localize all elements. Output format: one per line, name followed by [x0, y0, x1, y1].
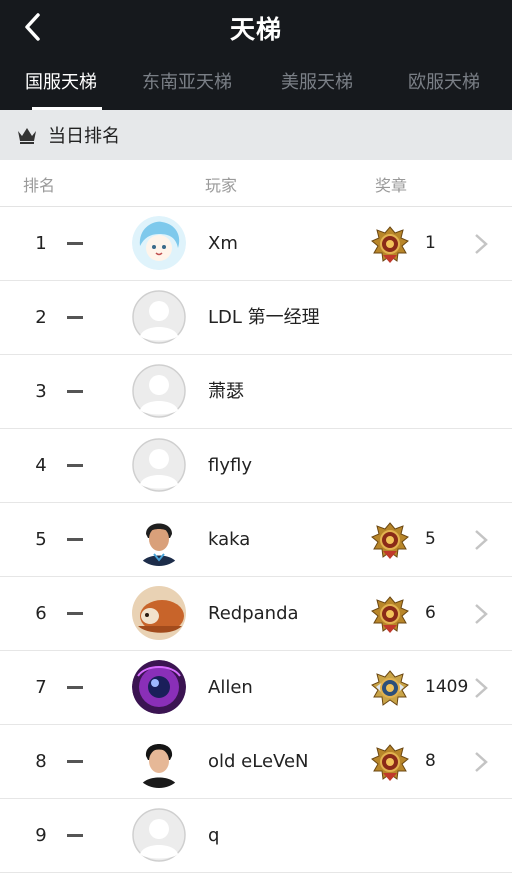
list-item[interactable]: 9 q	[0, 799, 512, 873]
immortal-medal-icon	[371, 744, 409, 782]
crown-icon	[18, 128, 36, 144]
list-item[interactable]: 7 Allen 1409	[0, 651, 512, 725]
rank-change-indicator	[67, 242, 83, 245]
rank-number: 8	[35, 751, 47, 772]
player-name: Allen	[208, 677, 253, 698]
immortal-medal-icon	[371, 522, 409, 560]
player-name: flyfly	[208, 455, 252, 476]
section-title: 当日排名	[48, 126, 120, 147]
chevron-right-icon[interactable]	[474, 529, 488, 551]
active-tab-indicator	[32, 107, 102, 110]
player-name: 萧瑟	[208, 381, 244, 402]
player-name: LDL 第一经理	[208, 307, 320, 328]
tab-cn-ladder[interactable]: 国服天梯	[25, 68, 97, 94]
rank-number: 9	[35, 825, 47, 846]
chevron-right-icon[interactable]	[474, 677, 488, 699]
immortal-medal-icon	[371, 226, 409, 264]
avatar	[132, 586, 186, 640]
default-avatar-icon	[132, 808, 186, 862]
player-name: old eLeVeN	[208, 751, 309, 772]
default-avatar-icon	[132, 364, 186, 418]
player-name: q	[208, 825, 220, 846]
player-name: kaka	[208, 529, 251, 550]
medal-rank: 5	[425, 529, 436, 549]
rank-change-indicator	[67, 686, 83, 689]
medal-column-header: 奖章	[375, 176, 408, 195]
list-item[interactable]: 2 LDL 第一经理	[0, 281, 512, 355]
chevron-right-icon[interactable]	[474, 751, 488, 773]
list-item[interactable]: 4 flyfly	[0, 429, 512, 503]
top-bar: 天梯 国服天梯 东南亚天梯 美服天梯 欧服天梯	[0, 0, 512, 110]
avatar	[132, 216, 186, 270]
list-item[interactable]: 3 萧瑟	[0, 355, 512, 429]
ranking-list: 1 Xm 1 2 LDL 第一经理 3 萧瑟 4 flyfly 5 kaka 5…	[0, 207, 512, 873]
default-avatar-icon	[132, 290, 186, 344]
medal-rank: 1409	[425, 677, 469, 697]
player-column-header: 玩家	[205, 176, 238, 195]
region-tabs: 国服天梯 东南亚天梯 美服天梯 欧服天梯	[0, 64, 512, 110]
rank-number: 4	[35, 455, 47, 476]
player-name: Xm	[208, 233, 238, 254]
immortal-medal-silver-icon	[371, 670, 409, 706]
medal-rank: 1	[425, 233, 436, 253]
avatar	[132, 512, 186, 566]
list-item[interactable]: 8 old eLeVeN 8	[0, 725, 512, 799]
list-item[interactable]: 5 kaka 5	[0, 503, 512, 577]
chevron-right-icon[interactable]	[474, 603, 488, 625]
rank-change-indicator	[67, 612, 83, 615]
column-headers: 排名 玩家 奖章	[0, 160, 512, 207]
rank-number: 5	[35, 529, 47, 550]
rank-change-indicator	[67, 464, 83, 467]
rank-change-indicator	[67, 760, 83, 763]
tab-sea-ladder[interactable]: 东南亚天梯	[142, 68, 232, 94]
avatar	[132, 734, 186, 788]
daily-ranking-header: 当日排名	[0, 110, 512, 160]
list-item[interactable]: 6 Redpanda 6	[0, 577, 512, 651]
tab-eu-ladder[interactable]: 欧服天梯	[408, 68, 480, 94]
rank-column-header: 排名	[23, 176, 56, 195]
rank-number: 2	[35, 307, 47, 328]
rank-number: 7	[35, 677, 47, 698]
default-avatar-icon	[132, 438, 186, 492]
medal-rank: 6	[425, 603, 436, 623]
medal-rank: 8	[425, 751, 436, 771]
page-title: 天梯	[229, 15, 282, 44]
rank-number: 1	[35, 233, 47, 254]
immortal-medal-icon	[371, 596, 409, 634]
player-name: Redpanda	[208, 603, 299, 624]
tab-us-ladder[interactable]: 美服天梯	[281, 68, 353, 94]
rank-change-indicator	[67, 538, 83, 541]
list-item[interactable]: 1 Xm 1	[0, 207, 512, 281]
rank-number: 3	[35, 381, 47, 402]
chevron-right-icon[interactable]	[474, 233, 488, 255]
rank-number: 6	[35, 603, 47, 624]
avatar	[132, 660, 186, 714]
rank-change-indicator	[67, 390, 83, 393]
rank-change-indicator	[67, 834, 83, 837]
rank-change-indicator	[67, 316, 83, 319]
